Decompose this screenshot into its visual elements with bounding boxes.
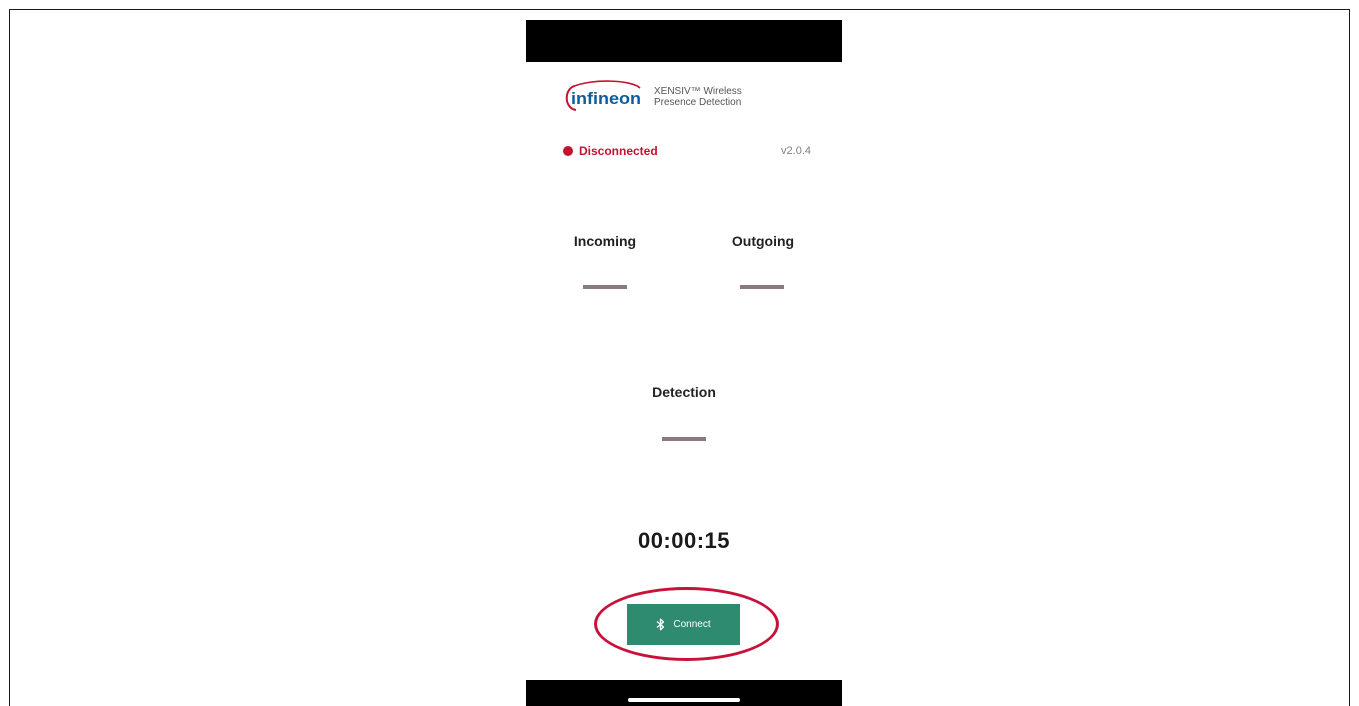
connect-button[interactable]: Connect <box>627 604 740 645</box>
logo-text: infineon <box>571 89 641 108</box>
infineon-logo: infineon <box>565 80 641 111</box>
app-title: XENSIV™ Wireless Presence Detection <box>654 86 742 108</box>
detection-value-dash <box>662 437 706 441</box>
status-bar <box>526 20 842 62</box>
incoming-label: Incoming <box>573 233 637 249</box>
phone-screen: infineon XENSIV™ Wireless Presence Detec… <box>526 20 842 706</box>
app-title-line2: Presence Detection <box>654 97 742 108</box>
outgoing-label: Outgoing <box>731 233 795 249</box>
bluetooth-icon <box>656 618 665 631</box>
bottom-bar <box>526 680 842 706</box>
app-header: infineon XENSIV™ Wireless Presence Detec… <box>562 77 742 117</box>
incoming-value-dash <box>583 285 627 289</box>
connection-status-row: Disconnected v2.0.4 <box>563 144 811 158</box>
home-indicator[interactable] <box>628 698 740 702</box>
elapsed-timer: 00:00:15 <box>637 528 731 553</box>
connect-button-label: Connect <box>673 619 711 630</box>
status-dot-icon <box>563 146 573 156</box>
outgoing-value-dash <box>740 285 784 289</box>
detection-label: Detection <box>652 384 716 400</box>
connection-status: Disconnected <box>579 144 658 158</box>
app-version: v2.0.4 <box>781 145 811 157</box>
app-title-line1: XENSIV™ Wireless <box>654 86 742 97</box>
